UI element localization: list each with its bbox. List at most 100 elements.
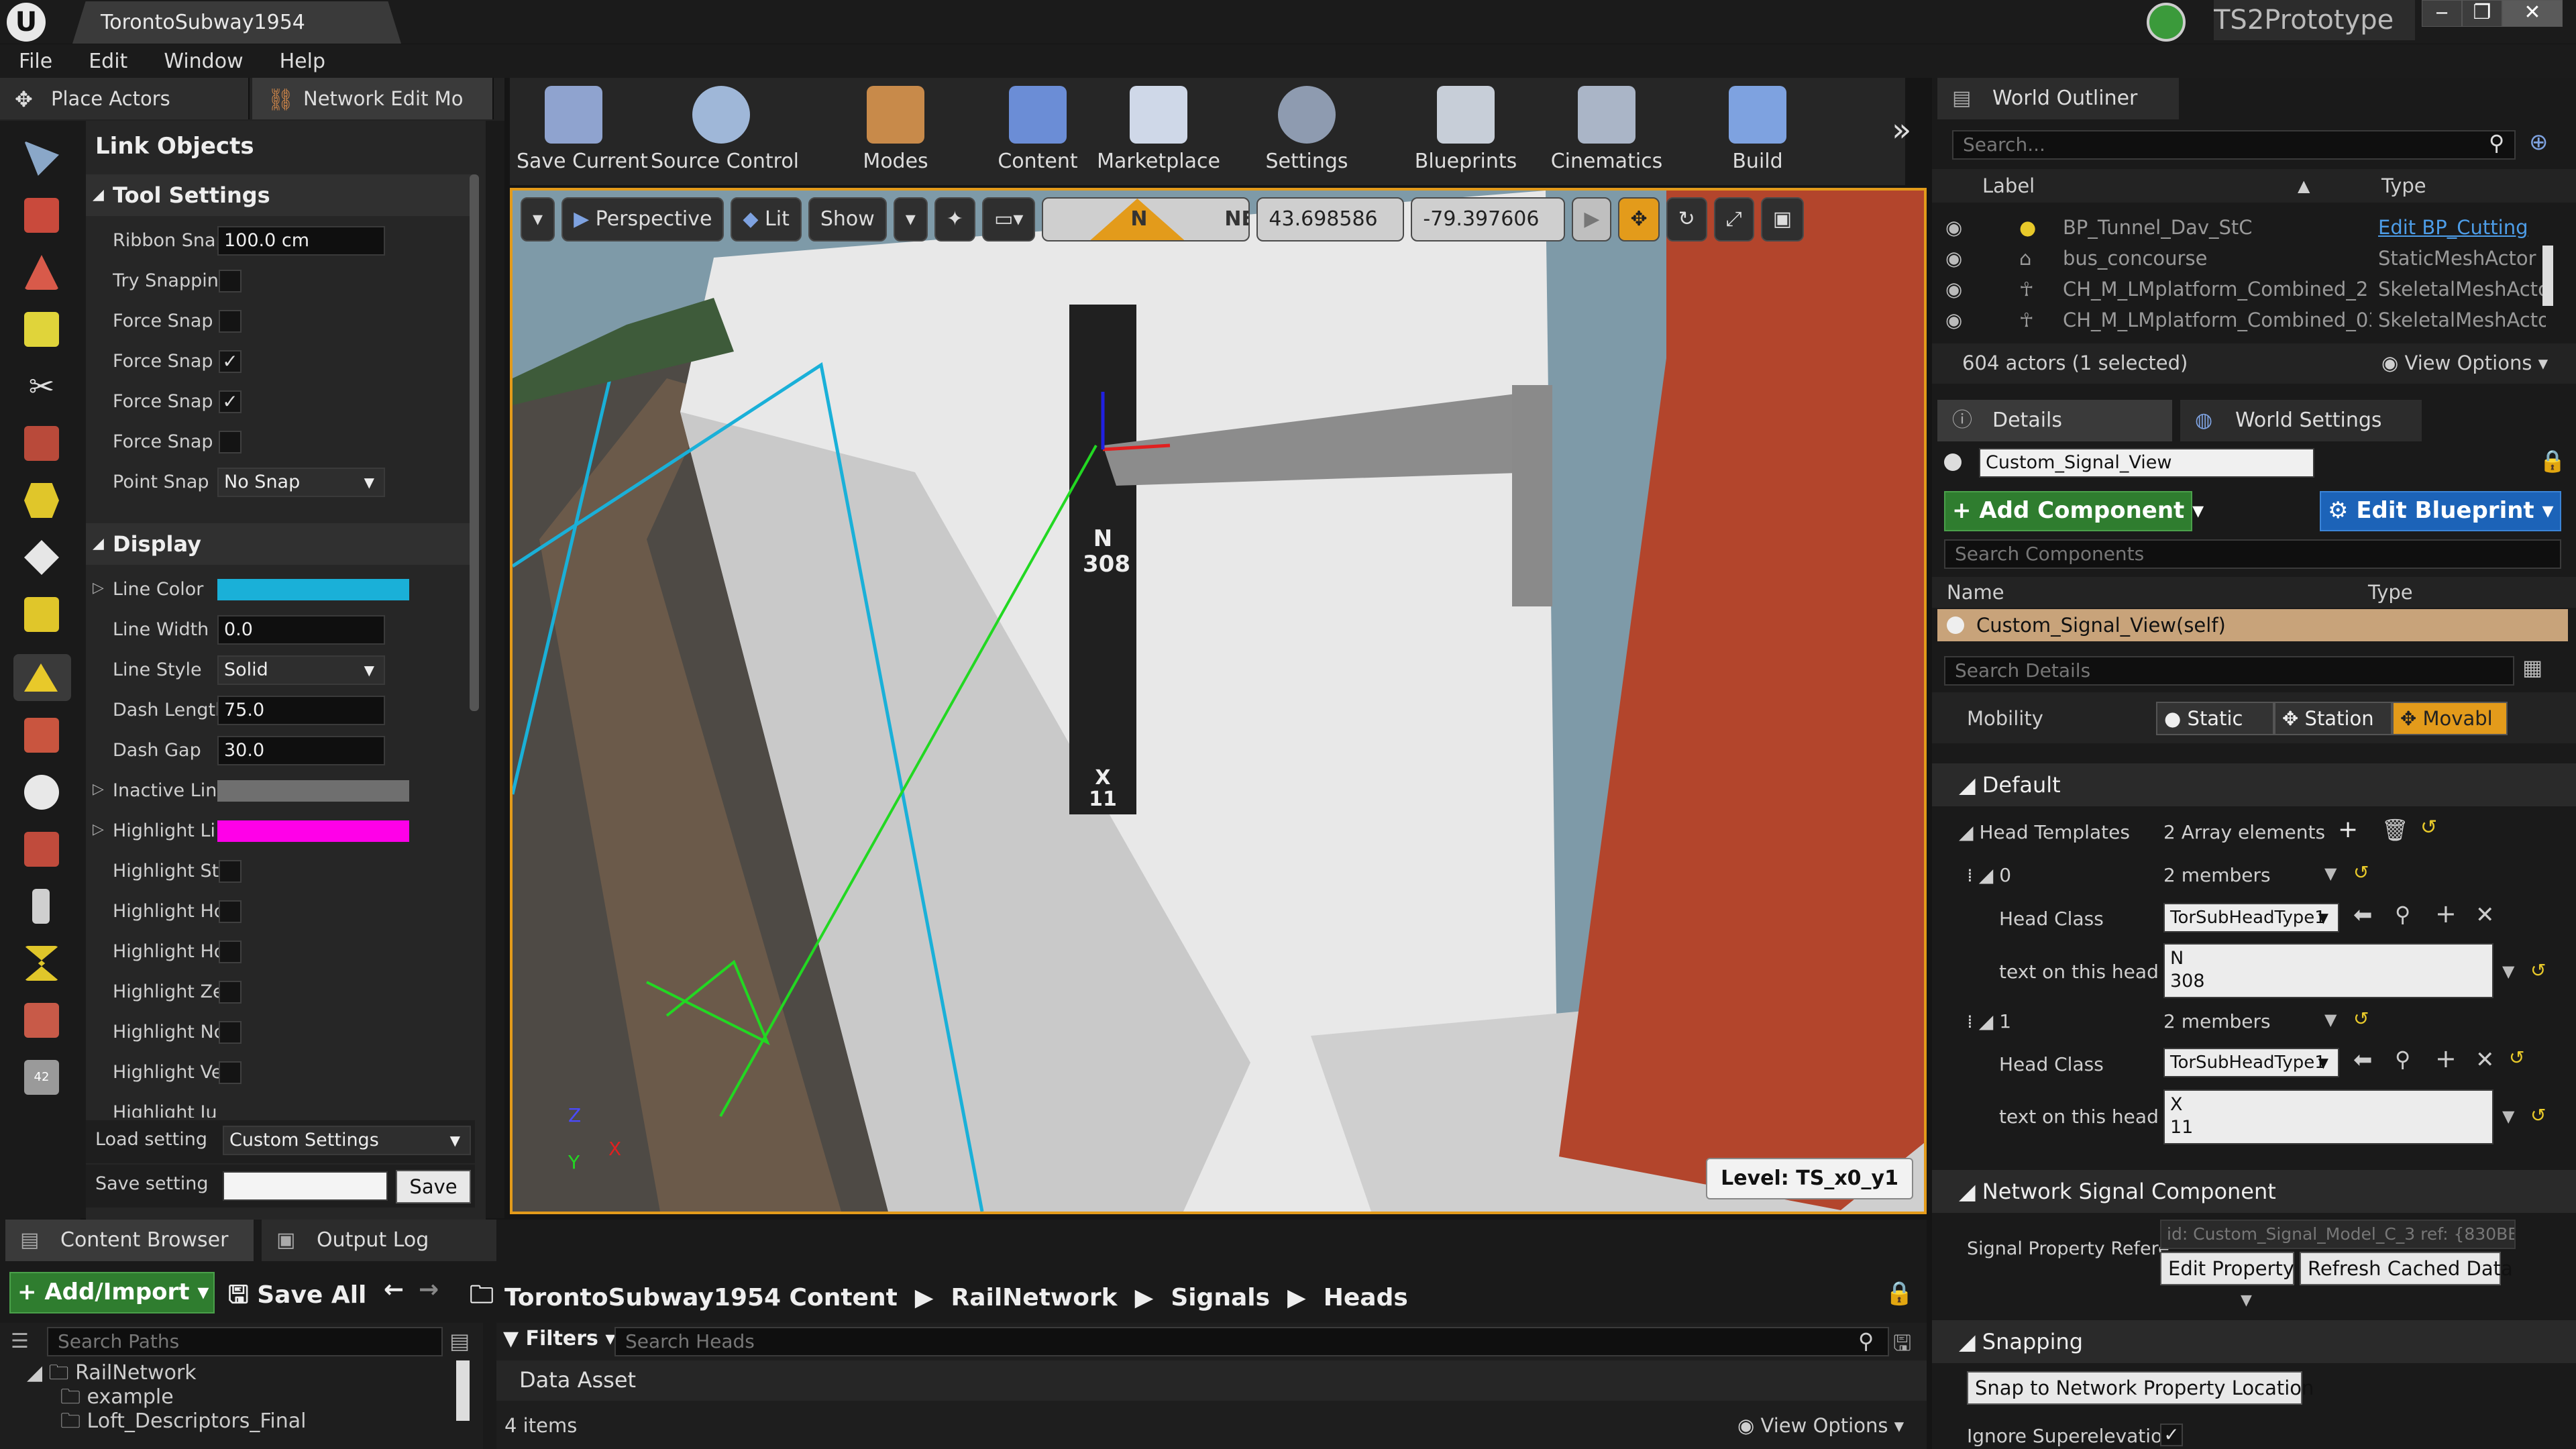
save-button[interactable]: Save [396,1170,471,1203]
dash-gap-input[interactable]: 30.0 [217,736,385,765]
line-color-swatch[interactable] [217,579,409,600]
snapping-section-header[interactable]: ◢ Snapping [1932,1320,2576,1363]
breadcrumb-item[interactable]: Signals [1171,1284,1270,1311]
lit-button[interactable]: ◆ Lit [731,197,802,241]
add-element-icon[interactable]: + [2338,816,2358,843]
breadcrumb-separator-icon[interactable]: ▶ [1135,1284,1154,1311]
highlight-checkbox[interactable] [219,860,241,883]
line-width-input[interactable]: 0.0 [217,615,385,645]
col-type-header[interactable]: Type [2381,174,2426,197]
save-current-button[interactable]: Save Current [517,78,648,185]
point-snap-dropdown[interactable]: No Snap [217,468,385,497]
outliner-row[interactable]: ◉ ☥ CH_M_LMplatform_Combined_03 Skeletal… [1932,305,2563,335]
lock-icon[interactable]: 🔒 [1885,1280,1913,1307]
close-icon[interactable]: ✕ [2502,0,2563,27]
translate-icon[interactable]: ✥ [1618,197,1660,241]
modes-button[interactable]: Modes [845,78,946,185]
network-signal-section-header[interactable]: ◢ Network Signal Component [1932,1170,2576,1213]
menu-help[interactable]: Help [280,50,325,73]
minimize-icon[interactable]: ‒ [2422,0,2462,27]
longitude-field[interactable]: -79.397606 [1411,197,1566,241]
load-settings-dropdown[interactable]: Custom Settings [223,1126,471,1155]
track-edit-tool-icon[interactable] [24,718,59,753]
breadcrumb-item[interactable]: Heads [1324,1284,1408,1311]
chevron-down-icon[interactable]: ▼ [2324,1010,2337,1029]
counter-tool-icon[interactable]: 42 [24,1060,59,1095]
clear-icon[interactable]: ✕ [2475,1046,2495,1073]
plus-icon[interactable]: + [2435,1044,2457,1073]
chevron-down-icon[interactable]: ▼ [2502,962,2514,981]
signal-tool-icon[interactable] [24,540,59,575]
save-search-icon[interactable]: 🖫 [1893,1328,1911,1364]
highlight-checkbox[interactable] [219,1021,241,1044]
tab-output-log[interactable]: ▣ Output Log [262,1220,496,1261]
source-control-button[interactable]: Source Control [651,78,799,185]
marker-tool-icon[interactable] [24,597,59,632]
view-options-button[interactable]: ◉ View Options ▾ [1737,1414,1904,1437]
plus-icon[interactable]: + [2435,899,2457,928]
mobility-movable-button[interactable]: ✥ Movabl [2392,702,2508,735]
rotate-tool-icon[interactable] [24,775,59,810]
marketplace-button[interactable]: Marketplace [1095,78,1222,185]
highlight-checkbox[interactable] [219,900,241,923]
mobility-static-button[interactable]: ● Static [2156,702,2274,735]
platform-tool-icon[interactable] [24,1003,59,1038]
arrow-left-icon[interactable]: ⬅ [2353,1046,2373,1073]
reset-icon[interactable]: ↺ [2530,959,2546,981]
trash-icon[interactable]: 🗑 [2381,817,2409,843]
tab-network-edit[interactable]: ⛓ Network Edit Mo [252,78,494,119]
menu-edit[interactable]: Edit [89,50,127,73]
head-class-dropdown[interactable]: TorSubHeadType1 [2163,903,2339,932]
force-snap-checkbox[interactable] [219,310,241,333]
sources-toggle-icon[interactable]: ☰ [11,1330,29,1353]
rotate-icon[interactable]: ↻ [1666,197,1707,241]
link-objects-tool-icon[interactable] [13,654,71,701]
breadcrumb-separator-icon[interactable]: ▶ [1287,1284,1306,1311]
property-matrix-icon[interactable]: ▦ [2522,655,2542,680]
head-class-dropdown[interactable]: TorSubHeadType1 [2163,1048,2339,1077]
mobility-station-button[interactable]: ✥ Station [2274,702,2392,735]
ribbon-snap-input[interactable]: 100.0 cm [217,226,385,256]
inactive-line-swatch[interactable] [217,780,409,802]
outliner-row-type-link[interactable]: Edit BP_Cutting [2378,212,2546,243]
eye-icon[interactable]: ◉ [1945,274,1962,305]
realtime-toggle-icon[interactable]: ✦ [934,197,975,241]
outliner-row[interactable]: ◉ ☥ CH_M_LMplatform_Combined_2 SkeletalM… [1932,274,2563,305]
breadcrumb-item[interactable]: TorontoSubway1954 Content [504,1284,898,1311]
tab-world-settings[interactable]: ◍ World Settings [2180,400,2422,441]
save-settings-input[interactable] [223,1171,388,1201]
toolbar-overflow-icon[interactable]: » [1892,111,1911,149]
reset-icon[interactable]: ↺ [2353,1008,2369,1030]
latitude-field[interactable]: 43.698586 [1256,197,1405,241]
head-1-text-area[interactable]: X 11 [2163,1089,2493,1144]
force-snap-checkbox[interactable]: ✓ [219,390,241,413]
forward-arrow-icon[interactable]: → [419,1276,439,1303]
search-paths-input[interactable]: Search Paths [47,1327,443,1356]
chevron-down-icon[interactable]: ▼ [2502,1107,2514,1126]
viewport-options-dropdown[interactable]: ▾ [521,197,555,241]
cinematics-button[interactable]: Cinematics [1543,78,1670,185]
self-component-row[interactable]: Custom_Signal_View(self) [1937,609,2568,641]
highlight-checkbox[interactable] [219,941,241,963]
force-snap-checkbox[interactable] [219,431,241,453]
eye-icon[interactable]: ◉ [1945,212,1962,243]
camera-speed-icon[interactable]: ▭▾ [982,197,1036,241]
display-header[interactable]: ◢ Display [86,523,475,565]
eye-icon[interactable]: ◉ [1945,305,1962,335]
outliner-scrollbar[interactable] [2542,246,2553,306]
filters-button[interactable]: ▼ Filters ▾ [503,1327,615,1350]
save-all-button[interactable]: 🖫 Save All [228,1277,366,1318]
refresh-cached-data-button[interactable]: Refresh Cached Data [2300,1252,2513,1285]
actor-name-input[interactable]: Custom_Signal_View [1979,448,2314,478]
erase-tool-icon[interactable] [24,832,59,867]
reset-icon[interactable]: ↺ [2509,1046,2524,1069]
level-viewport[interactable]: N 308 X 11 ▾ ▶ Perspective ◆ Lit Show ▾ … [510,188,1927,1214]
edit-property-button[interactable]: Edit Property [2160,1252,2294,1285]
document-tab[interactable]: TorontoSubway1954 [72,1,401,44]
try-snapping-checkbox[interactable] [219,270,241,292]
lock-icon[interactable]: 🔒 [2539,448,2566,474]
clear-icon[interactable]: ✕ [2475,902,2495,928]
dash-length-input[interactable]: 75.0 [217,696,385,725]
arrow-left-icon[interactable]: ⬅ [2353,902,2373,928]
link-tool-icon[interactable] [24,312,59,347]
